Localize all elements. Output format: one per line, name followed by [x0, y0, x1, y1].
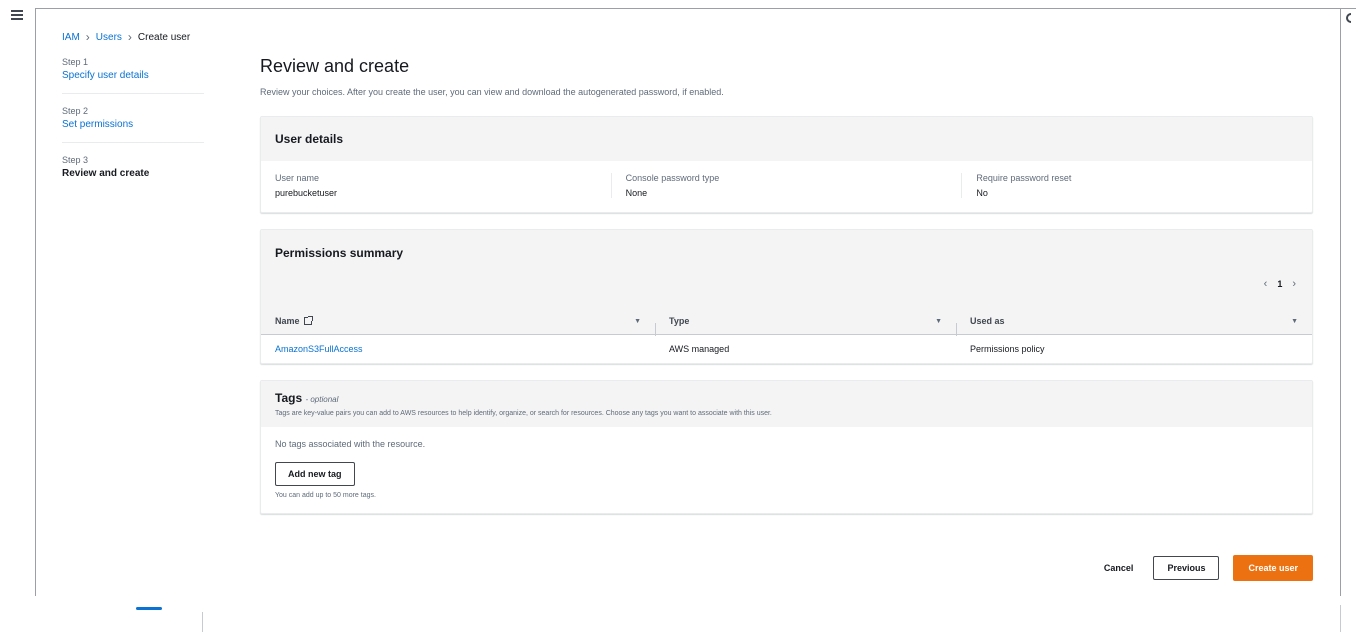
empty-state-text: No tags associated with the resource. — [275, 439, 426, 449]
policy-used-as: Permissions policy — [970, 344, 1045, 354]
column-label: Used as — [970, 316, 1005, 326]
sort-caret-icon[interactable]: ▼ — [935, 318, 942, 325]
bottom-divider — [1340, 605, 1341, 632]
field-value: No — [976, 188, 988, 198]
wizard-step-2: Step 2 Set permissions — [62, 106, 204, 143]
tags-card: Tags - optional Tags are key-value pairs… — [260, 380, 1313, 514]
column-header-type[interactable]: Type ▼ — [655, 316, 956, 336]
chevron-right-icon: › — [85, 30, 90, 44]
optional-label: - optional — [305, 395, 339, 404]
card-title: Tags - optional — [275, 391, 1298, 405]
permissions-summary-card: Permissions summary ‹ 1 › Name ▼ Type ▼ … — [260, 229, 1313, 364]
scroll-indicator[interactable] — [136, 607, 162, 610]
wizard-step-3: Step 3 Review and create — [62, 155, 204, 191]
hamburger-menu-icon[interactable] — [11, 10, 23, 20]
wizard-step-1: Step 1 Specify user details — [62, 57, 204, 94]
page-number[interactable]: 1 — [1277, 279, 1282, 289]
chevron-right-icon: › — [127, 30, 132, 44]
external-link-icon — [303, 316, 313, 325]
field-value: None — [625, 188, 648, 198]
info-icon[interactable] — [1346, 13, 1351, 23]
field-console-password-type: Console password type None — [610, 173, 962, 198]
column-header-used-as[interactable]: Used as ▼ — [956, 316, 1312, 336]
field-value: purebucketuser — [275, 188, 338, 198]
tags-body: No tags associated with the resource. Ad… — [261, 427, 1312, 513]
field-label: Console password type — [625, 173, 720, 183]
table-row: AmazonS3FullAccess AWS managed Permissio… — [261, 335, 1312, 363]
step-label: Step 2 — [62, 106, 89, 116]
table-header: Name ▼ Type ▼ Used as ▼ — [261, 308, 1312, 336]
breadcrumb-users[interactable]: Users — [96, 32, 122, 43]
breadcrumb: IAM › Users › Create user — [62, 30, 190, 44]
left-divider — [35, 8, 36, 596]
step-label: Step 3 — [62, 155, 89, 165]
tags-limit-hint: You can add up to 50 more tags. — [275, 492, 376, 499]
breadcrumb-iam[interactable]: IAM — [62, 32, 80, 43]
sort-caret-icon[interactable]: ▼ — [634, 318, 641, 325]
policy-type: AWS managed — [669, 344, 730, 354]
field-label: Require password reset — [976, 173, 1072, 183]
create-user-button[interactable]: Create user — [1233, 555, 1313, 581]
step-label: Step 1 — [62, 57, 89, 67]
column-label: Name — [275, 316, 300, 326]
page-title: Review and create — [260, 56, 410, 76]
card-title: User details — [275, 132, 344, 146]
pagination: ‹ 1 › — [1264, 278, 1296, 290]
tags-title-text: Tags — [275, 391, 303, 405]
sort-caret-icon[interactable]: ▼ — [1291, 318, 1298, 325]
field-user-name: User name purebucketuser — [261, 173, 611, 198]
chevron-left-icon[interactable]: ‹ — [1264, 278, 1268, 290]
page-description: Review your choices. After you create th… — [260, 87, 724, 97]
previous-button[interactable]: Previous — [1153, 556, 1220, 580]
form-actions: Cancel Previous Create user — [1098, 555, 1313, 581]
policy-name-link[interactable]: AmazonS3FullAccess — [261, 344, 655, 354]
top-divider — [35, 8, 1356, 9]
wizard-steps: Step 1 Specify user details Step 2 Set p… — [62, 57, 204, 203]
user-details-card: User details User name purebucketuser Co… — [260, 116, 1313, 213]
card-header: Tags - optional Tags are key-value pairs… — [261, 381, 1312, 427]
main-content: Review and create Review your choices. A… — [260, 56, 1313, 530]
card-header: User details — [261, 117, 1312, 161]
chevron-right-icon[interactable]: › — [1292, 278, 1296, 290]
column-label: Type — [669, 316, 690, 326]
cancel-button[interactable]: Cancel — [1098, 563, 1140, 573]
field-label: User name — [275, 173, 320, 183]
step-link-specify-user-details[interactable]: Specify user details — [62, 70, 204, 81]
tags-description: Tags are key-value pairs you can add to … — [275, 410, 772, 417]
user-details-fields: User name purebucketuser Console passwor… — [261, 161, 1312, 212]
add-new-tag-button[interactable]: Add new tag — [275, 462, 355, 486]
step-link-set-permissions[interactable]: Set permissions — [62, 119, 204, 130]
bottom-divider-left — [202, 612, 203, 632]
field-require-password-reset: Require password reset No — [961, 173, 1312, 198]
right-divider — [1340, 8, 1341, 596]
breadcrumb-current: Create user — [137, 31, 191, 43]
step-current-review-and-create: Review and create — [62, 168, 150, 179]
card-header: Permissions summary ‹ 1 › — [261, 230, 1312, 308]
card-title: Permissions summary — [275, 246, 404, 260]
column-header-name[interactable]: Name ▼ — [261, 316, 655, 326]
